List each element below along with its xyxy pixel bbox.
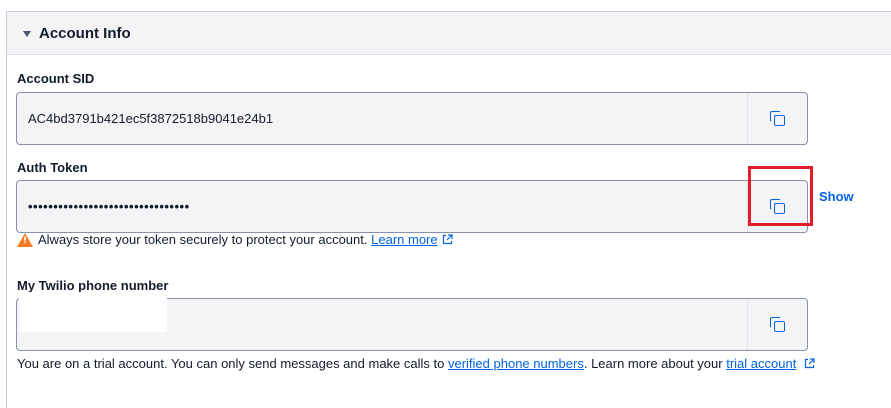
phone-number-label: My Twilio phone number bbox=[17, 278, 169, 293]
trial-account-note: You are on a trial account. You can only… bbox=[17, 356, 815, 371]
account-sid-label: Account SID bbox=[17, 71, 95, 86]
section-title: Account Info bbox=[39, 24, 131, 42]
warning-icon: ! bbox=[17, 232, 33, 247]
verified-phone-numbers-link[interactable]: verified phone numbers bbox=[448, 356, 584, 371]
auth-token-value: •••••••••••••••••••••••••••••••• bbox=[28, 199, 190, 214]
external-link-icon[interactable] bbox=[442, 234, 453, 245]
account-info-header[interactable]: Account Info bbox=[7, 12, 891, 55]
trial-account-link[interactable]: trial account bbox=[726, 356, 796, 371]
external-link-icon[interactable] bbox=[804, 358, 815, 369]
warning-text: Always store your token securely to prot… bbox=[38, 232, 368, 247]
auth-token-field: •••••••••••••••••••••••••••••••• bbox=[16, 180, 808, 233]
copy-auth-token-button[interactable] bbox=[747, 181, 807, 232]
caret-down-icon bbox=[23, 30, 31, 37]
trial-text-1: You are on a trial account. You can only… bbox=[17, 356, 445, 371]
copy-account-sid-button[interactable] bbox=[747, 93, 807, 144]
copy-phone-number-button[interactable] bbox=[747, 299, 807, 350]
redacted-area bbox=[19, 292, 167, 332]
copy-icon bbox=[769, 316, 786, 333]
copy-icon bbox=[769, 198, 786, 215]
account-sid-field: AC4bd3791b421ec5f3872518b9041e24b1 bbox=[16, 92, 808, 145]
account-sid-value: AC4bd3791b421ec5f3872518b9041e24b1 bbox=[28, 111, 274, 126]
token-warning: ! Always store your token securely to pr… bbox=[17, 232, 453, 247]
auth-token-label: Auth Token bbox=[17, 160, 88, 175]
trial-text-2: . Learn more about your bbox=[583, 356, 723, 371]
copy-icon bbox=[769, 110, 786, 127]
show-token-link[interactable]: Show bbox=[819, 189, 854, 204]
learn-more-link[interactable]: Learn more bbox=[371, 232, 437, 247]
